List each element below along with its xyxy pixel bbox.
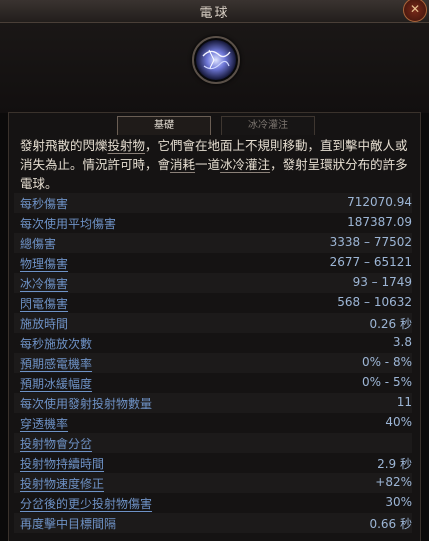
stat-row: 投射物速度修正 +82% xyxy=(14,473,412,493)
stat-row: 物理傷害 2677 – 65121 xyxy=(14,253,412,273)
stat-label[interactable]: 投射物速度修正 xyxy=(20,475,104,492)
stat-label: 總傷害 xyxy=(20,237,57,251)
stat-value: 2677 – 65121 xyxy=(329,255,412,269)
stat-label[interactable]: 投射物會分岔 xyxy=(20,435,92,452)
lightning-orb-icon xyxy=(192,36,240,84)
stat-label[interactable]: 分岔後的更少投射物傷害 xyxy=(20,495,152,512)
stat-value: 0% - 8% xyxy=(361,355,412,369)
desc-keyword-cold-infusion[interactable]: 冰冷灌注 xyxy=(220,157,270,172)
window-titlebar: 電球 ✕ xyxy=(0,0,429,23)
stat-value: 93 – 1749 xyxy=(352,275,412,289)
stat-value: 712070.94 xyxy=(347,195,412,209)
stat-value: +82% xyxy=(375,475,412,489)
stat-label[interactable]: 預期感電機率 xyxy=(20,355,92,372)
stat-label: 再度擊中目標間隔 xyxy=(20,517,117,531)
stat-label[interactable]: 物理傷害 xyxy=(20,255,68,272)
stat-row: 預期冰緩幅度 0% - 5% xyxy=(14,373,412,393)
stat-value: 11 xyxy=(396,395,412,409)
stat-row: 每秒施放次數 3.8 xyxy=(14,333,412,353)
stat-label: 每次使用發射投射物數量 xyxy=(20,397,153,411)
tab-basic[interactable]: 基礎 xyxy=(117,116,211,135)
stats-list: 每秒傷害 712070.94 每次使用平均傷害 187387.09 總傷害 3338 … xyxy=(14,193,412,533)
stat-row: 每次使用平均傷害 187387.09 xyxy=(14,213,412,233)
stat-row: 投射物持續時間 2.9 秒 xyxy=(14,453,412,473)
stat-label[interactable]: 閃電傷害 xyxy=(20,295,68,312)
stat-value: 2.9 秒 xyxy=(377,457,412,471)
stat-row: 冰冷傷害 93 – 1749 xyxy=(14,273,412,293)
stat-value: 0.26 秒 xyxy=(369,317,412,331)
stat-value: 3.8 xyxy=(392,335,412,349)
stat-row: 施放時間 0.26 秒 xyxy=(14,313,412,333)
stat-row: 每次使用發射投射物數量 11 xyxy=(14,393,412,413)
stat-row: 總傷害 3338 – 77502 xyxy=(14,233,412,253)
desc-keyword-projectile[interactable]: 投射物 xyxy=(108,138,146,153)
stat-value: 30% xyxy=(385,495,412,509)
skill-description: 發射飛散的閃爍投射物，它們會在地面上不規則移動，直到擊中敵人或消失為止。情況許可… xyxy=(20,136,410,193)
desc-text: 一道 xyxy=(195,157,221,172)
stat-label[interactable]: 冰冷傷害 xyxy=(20,275,68,292)
stat-row: 再度擊中目標間隔 0.66 秒 xyxy=(14,513,412,533)
stat-row: 投射物會分岔 xyxy=(14,433,412,453)
stat-value: 568 – 10632 xyxy=(337,295,412,309)
window-title: 電球 xyxy=(199,6,230,21)
tab-cold-infusion[interactable]: 冰冷灌注 xyxy=(221,116,315,135)
stat-label: 施放時間 xyxy=(20,317,69,331)
stat-value: 3338 – 77502 xyxy=(329,235,412,249)
stat-row: 每秒傷害 712070.94 xyxy=(14,193,412,213)
stat-value: 187387.09 xyxy=(347,215,412,229)
stat-row: 閃電傷害 568 – 10632 xyxy=(14,293,412,313)
stat-row: 分岔後的更少投射物傷害 30% xyxy=(14,493,412,513)
stat-label[interactable]: 投射物持續時間 xyxy=(20,455,104,472)
stat-value: 0.66 秒 xyxy=(369,517,412,531)
desc-text: 發射飛散的閃爍 xyxy=(20,138,108,153)
stat-label: 每秒施放次數 xyxy=(20,337,93,351)
stat-row: 預期感電機率 0% - 8% xyxy=(14,353,412,373)
desc-keyword-consume[interactable]: 消耗 xyxy=(170,157,195,172)
stat-row: 穿透機率 40% xyxy=(14,413,412,433)
stat-label[interactable]: 預期冰緩幅度 xyxy=(20,375,92,392)
stat-label: 每次使用平均傷害 xyxy=(20,217,117,231)
stat-value: 0% - 5% xyxy=(361,375,412,389)
stat-label[interactable]: 穿透機率 xyxy=(20,415,68,432)
stat-value: 40% xyxy=(385,415,412,429)
stat-label: 每秒傷害 xyxy=(20,197,69,211)
